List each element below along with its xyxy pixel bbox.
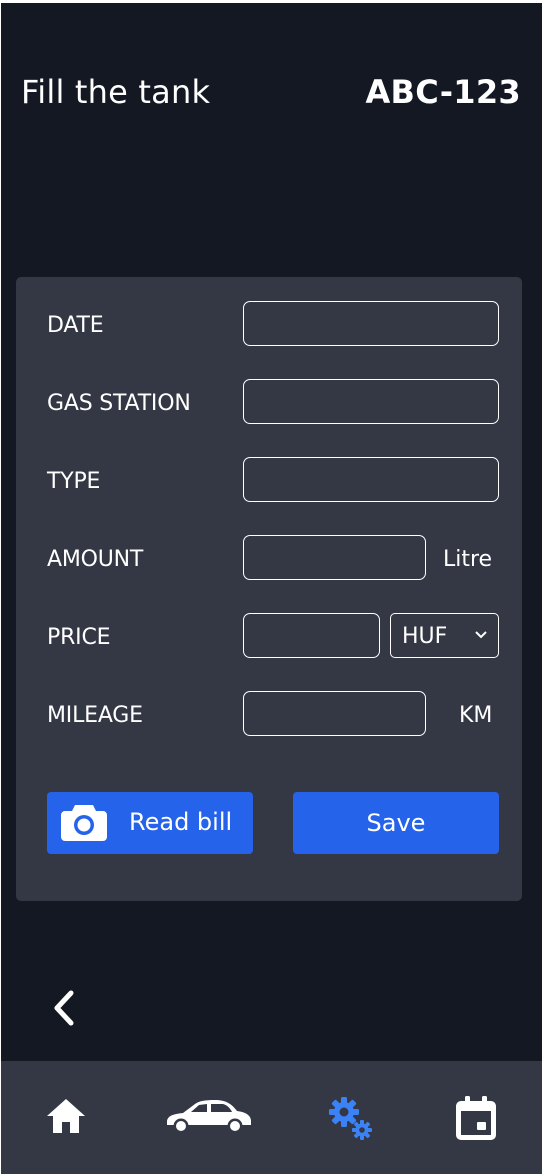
mileage-label: MILEAGE — [47, 703, 143, 728]
bottom-tab-bar — [1, 1061, 542, 1174]
refuel-form-card: DATE GAS STATION TYPE AMOUNT Litre PRICE… — [16, 277, 522, 901]
page-title: Fill the tank — [21, 73, 211, 111]
car-icon[interactable] — [163, 1096, 253, 1136]
amount-label: AMOUNT — [47, 547, 144, 572]
read-bill-label: Read bill — [129, 808, 233, 836]
chevron-down-icon — [475, 631, 487, 639]
currency-value: HUF — [402, 624, 448, 649]
amount-unit: Litre — [443, 547, 493, 572]
gas-station-field[interactable] — [243, 379, 499, 424]
type-label: TYPE — [47, 469, 101, 494]
date-label: DATE — [47, 313, 104, 338]
amount-field[interactable] — [243, 535, 426, 580]
mileage-field[interactable] — [243, 691, 426, 736]
gas-station-label: GAS STATION — [47, 391, 191, 416]
type-field[interactable] — [243, 457, 499, 502]
home-icon[interactable] — [45, 1096, 87, 1136]
save-label: Save — [366, 809, 426, 837]
date-field[interactable] — [243, 301, 499, 346]
calendar-icon[interactable] — [455, 1095, 497, 1141]
read-bill-button[interactable]: Read bill — [47, 792, 253, 854]
license-plate: ABC-123 — [365, 73, 521, 111]
price-field[interactable] — [243, 613, 380, 658]
mileage-unit: KM — [459, 703, 493, 728]
chevron-left-icon[interactable] — [49, 988, 79, 1028]
camera-icon — [61, 805, 107, 841]
currency-select[interactable]: HUF — [390, 613, 499, 658]
gears-icon[interactable] — [328, 1096, 374, 1142]
save-button[interactable]: Save — [293, 792, 499, 854]
fill-tank-screen: Fill the tank ABC-123 DATE GAS STATION T… — [1, 3, 542, 1174]
price-label: PRICE — [47, 625, 111, 650]
